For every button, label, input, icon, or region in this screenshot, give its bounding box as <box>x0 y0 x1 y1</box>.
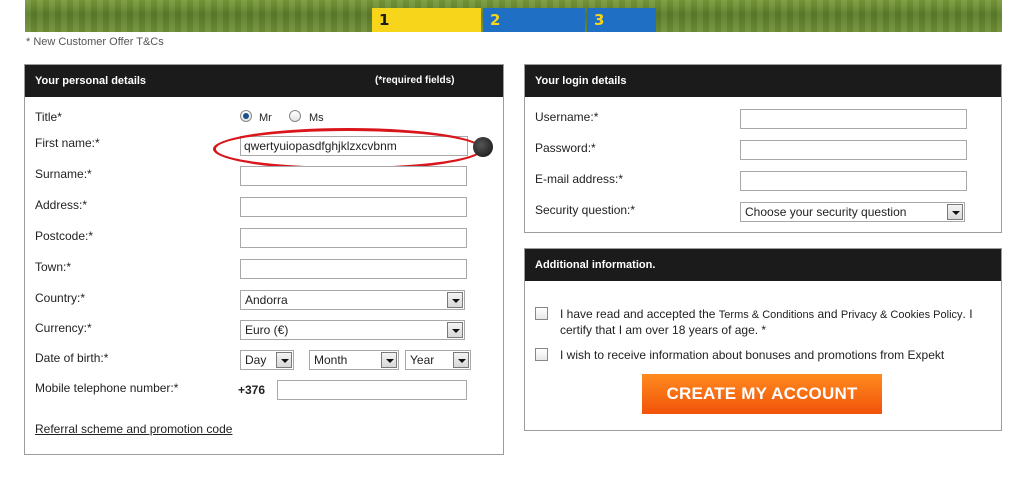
username-label: Username:* <box>535 110 599 124</box>
terms-link[interactable]: Terms & Conditions <box>719 309 814 321</box>
step-register: 1 REGISTER <box>372 8 481 32</box>
dob-month-select[interactable]: Month <box>309 350 399 370</box>
personal-details-title: Your personal details <box>35 75 147 87</box>
dob-month-value: Month <box>314 353 348 367</box>
title-ms-radio[interactable] <box>289 110 301 122</box>
terms-text-prefix: I have read and accepted the <box>560 307 719 321</box>
chevron-down-icon <box>381 352 397 368</box>
chevron-down-icon <box>447 292 463 308</box>
country-label: Country:* <box>35 291 86 305</box>
offer-terms-note: * New Customer Offer T&Cs <box>26 36 164 48</box>
password-label: Password:* <box>535 141 596 155</box>
postcode-label: Postcode:* <box>35 229 94 243</box>
mobile-input[interactable] <box>277 380 467 400</box>
terms-text-and: and <box>814 307 841 321</box>
mobile-prefix: +376 <box>238 383 266 397</box>
first-name-label: First name:* <box>35 136 100 150</box>
security-question-value: Choose your security question <box>745 205 907 219</box>
postcode-input[interactable] <box>240 228 467 248</box>
bonus-text: I wish to receive information about bonu… <box>560 348 945 362</box>
surname-label: Surname:* <box>35 167 92 181</box>
step-deposit: 2 DEPOSIT <box>483 8 585 32</box>
email-label: E-mail address:* <box>535 172 624 186</box>
chevron-down-icon <box>276 352 292 368</box>
title-mr-radio[interactable] <box>240 110 252 122</box>
mobile-label: Mobile telephone number:* <box>35 381 179 395</box>
username-input[interactable] <box>740 109 967 129</box>
highlight-oval <box>213 128 483 170</box>
title-label: Title* <box>35 110 62 124</box>
privacy-link[interactable]: Privacy & Cookies Policy <box>841 309 963 321</box>
login-details-header: Your login details <box>525 65 1001 97</box>
terms-text: I have read and accepted the Terms & Con… <box>560 307 980 338</box>
chevron-down-icon <box>447 322 463 338</box>
security-question-select[interactable]: Choose your security question <box>740 202 965 222</box>
dob-day-select[interactable]: Day <box>240 350 294 370</box>
additional-info-header: Additional information. <box>525 249 1001 281</box>
address-input[interactable] <box>240 197 467 217</box>
step-play: 3 PLAY <box>587 8 656 32</box>
chevron-down-icon <box>947 204 963 220</box>
currency-label: Currency:* <box>35 321 92 335</box>
address-label: Address:* <box>35 198 88 212</box>
header-banner: 1 REGISTER 2 DEPOSIT 3 PLAY <box>25 0 1002 32</box>
currency-value: Euro (€) <box>245 323 289 337</box>
security-question-label: Security question:* <box>535 203 636 217</box>
bonus-checkbox[interactable] <box>535 348 548 361</box>
dob-day-value: Day <box>245 353 267 367</box>
title-ms-label: Ms <box>309 112 324 124</box>
registration-steps: 1 REGISTER 2 DEPOSIT 3 PLAY <box>372 8 656 32</box>
town-input[interactable] <box>240 259 467 279</box>
chevron-down-icon <box>453 352 469 368</box>
surname-input[interactable] <box>240 166 467 186</box>
title-mr-label: Mr <box>259 112 272 124</box>
dob-label: Date of birth:* <box>35 351 109 365</box>
required-fields-note: (*required fields) <box>375 75 455 86</box>
dob-year-value: Year <box>410 353 435 367</box>
terms-checkbox[interactable] <box>535 307 548 320</box>
town-label: Town:* <box>35 260 72 274</box>
dob-year-select[interactable]: Year <box>405 350 471 370</box>
email-input[interactable] <box>740 171 967 191</box>
password-input[interactable] <box>740 140 967 160</box>
country-value: Andorra <box>245 293 288 307</box>
create-account-button[interactable]: CREATE MY ACCOUNT <box>642 374 882 414</box>
country-select[interactable]: Andorra <box>240 290 465 310</box>
referral-link[interactable]: Referral scheme and promotion code <box>35 422 232 436</box>
currency-select[interactable]: Euro (€) <box>240 320 465 340</box>
personal-details-header: Your personal details (*required fields) <box>25 65 503 97</box>
help-icon <box>473 137 493 157</box>
